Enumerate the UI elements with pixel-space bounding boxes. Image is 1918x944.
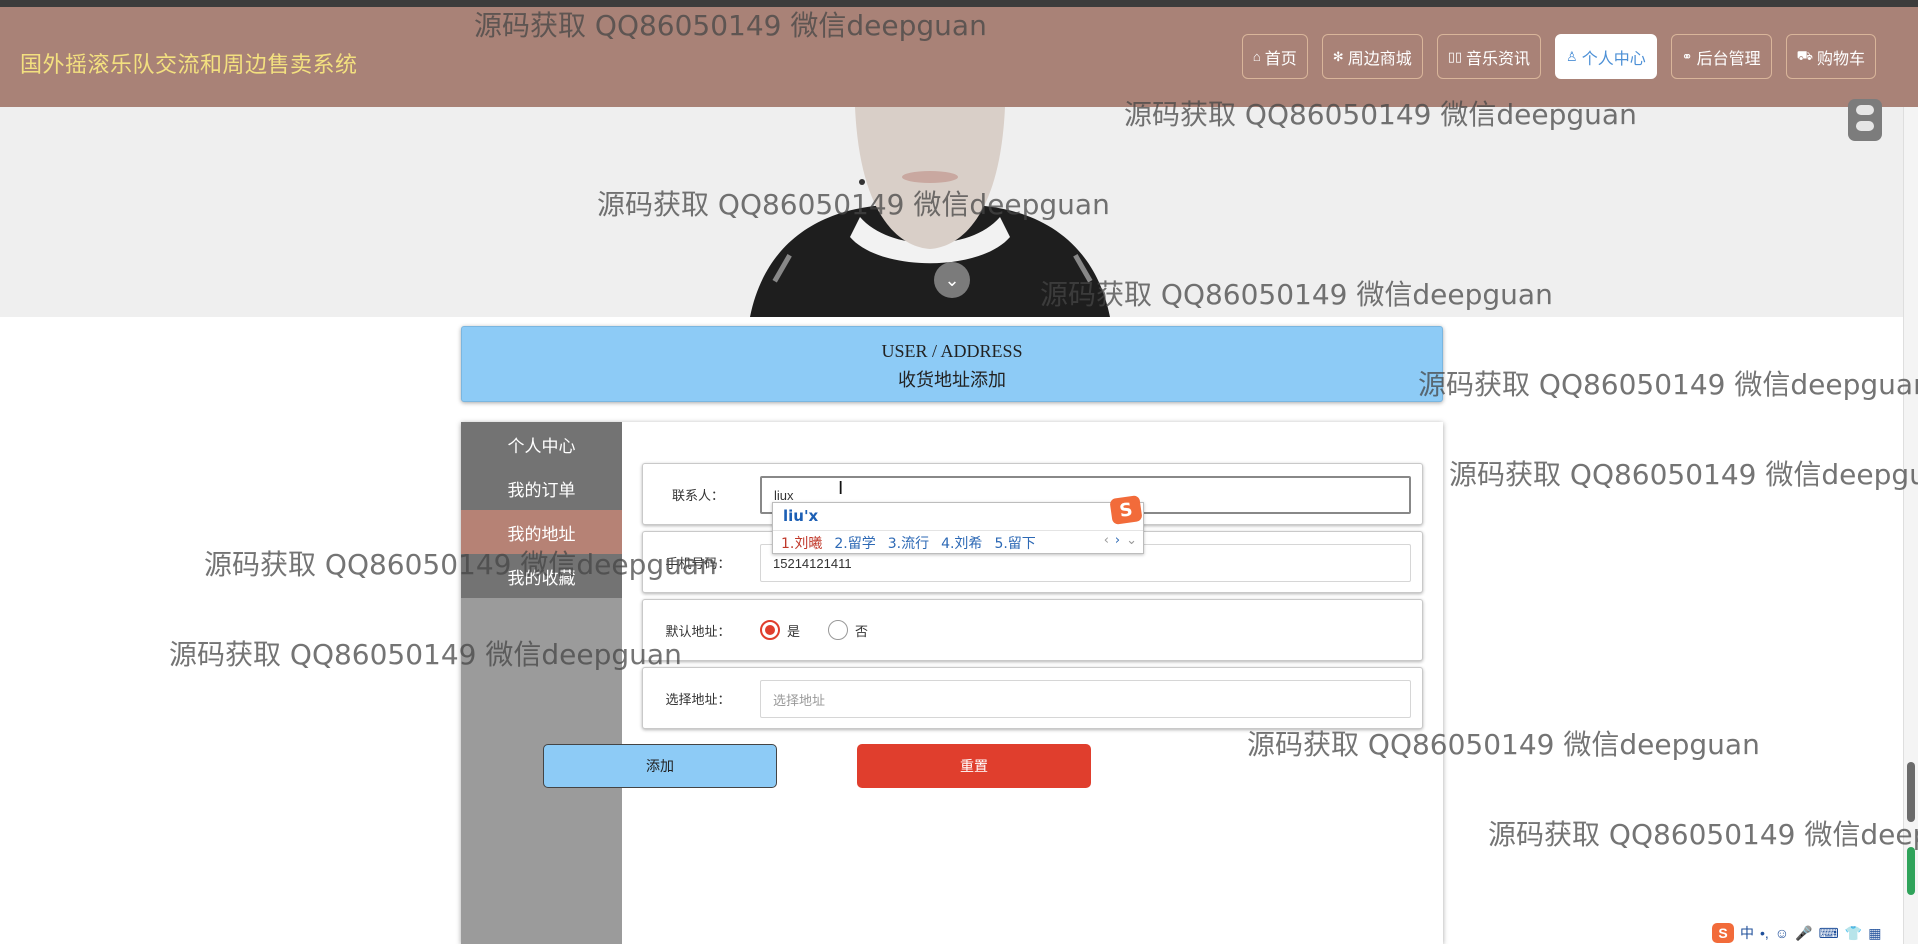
sogou-tray-icon: S bbox=[1712, 923, 1734, 943]
sidebar: 个人中心 我的订单 我的地址 我的收藏 bbox=[461, 422, 622, 944]
sogou-logo-icon: S bbox=[1109, 495, 1143, 525]
watermark: 源码获取 QQ86050149 微信deepguan bbox=[1488, 818, 1918, 851]
default-yes-radio[interactable]: 是 bbox=[760, 620, 800, 640]
cart-icon: ⛟ bbox=[1796, 47, 1813, 63]
watermark: 源码获取 QQ86050149 微信deepguan bbox=[1418, 368, 1918, 401]
ime-page-arrows[interactable]: ‹ › ⌄ bbox=[1104, 533, 1137, 548]
page-header-en: USER / ADDRESS bbox=[881, 341, 1023, 361]
default-no-radio[interactable]: 否 bbox=[828, 620, 868, 640]
ime-candidate[interactable]: 3.流行 bbox=[888, 533, 929, 553]
page-header: USER / ADDRESS 收货地址添加 bbox=[461, 326, 1443, 402]
nav-item-news[interactable]: ▯▯ 音乐资讯 bbox=[1436, 34, 1542, 79]
ime-candidate[interactable]: 5.留下 bbox=[994, 533, 1035, 553]
address-label: 选择地址： bbox=[665, 691, 731, 707]
radio-checked-icon bbox=[760, 620, 780, 640]
scroll-down-button[interactable]: ⌄ bbox=[934, 262, 970, 298]
sidebar-item-address[interactable]: 我的地址 bbox=[461, 510, 622, 554]
nav-item-cart[interactable]: ⛟ 购物车 bbox=[1785, 34, 1876, 79]
contact-label: 联系人： bbox=[671, 487, 724, 503]
phone-label: 手机号码： bbox=[665, 555, 731, 571]
floating-toolbar[interactable] bbox=[1848, 99, 1882, 141]
nav-item-home[interactable]: ⌂ 首页 bbox=[1241, 34, 1308, 79]
ime-candidate[interactable]: 4.刘希 bbox=[941, 533, 982, 553]
user-icon: ♙ bbox=[1566, 48, 1578, 64]
scrollbar-thumb[interactable] bbox=[1907, 762, 1915, 822]
emoji-icon: ☺ bbox=[1774, 925, 1790, 941]
ime-mode: 中 bbox=[1740, 925, 1754, 941]
form-row-address: 选择地址： 选择地址 bbox=[642, 667, 1423, 729]
address-input[interactable]: 选择地址 bbox=[760, 680, 1411, 718]
nav-menu: ⌂ 首页 ✻ 周边商城 ▯▯ 音乐资讯 ♙ 个人中心 ⚭ 后台管理 ⛟ 购物车 bbox=[1241, 34, 1876, 79]
ime-candidate[interactable]: 1.刘曦 bbox=[781, 533, 822, 553]
system-tray[interactable]: S 中 •, ☺ 🎤 ⌨ 👕 ▦ bbox=[1712, 922, 1902, 944]
sidebar-item-orders[interactable]: 我的订单 bbox=[461, 466, 622, 510]
navbar: 国外摇滚乐队交流和周边售卖系统 ⌂ 首页 ✻ 周边商城 ▯▯ 音乐资讯 ♙ 个人中心 ⚭… bbox=[0, 7, 1918, 107]
chevron-down-icon: ⌄ bbox=[944, 269, 960, 290]
nav-item-shop[interactable]: ✻ 周边商城 bbox=[1321, 34, 1423, 79]
list-icon: ▯▯ bbox=[1447, 48, 1463, 64]
text-cursor-icon: I bbox=[838, 478, 844, 499]
punctuation-icon: •, bbox=[1760, 925, 1769, 941]
main-panel: 个人中心 我的订单 我的地址 我的收藏 联系人： liux 手机号码： 1521… bbox=[461, 422, 1443, 944]
ime-candidates: 1.刘曦 2.留学 3.流行 4.刘希 5.留下 bbox=[781, 533, 1036, 553]
ime-composition: liu'x bbox=[783, 507, 819, 525]
sidebar-item-profile[interactable]: 个人中心 bbox=[461, 422, 622, 466]
keyboard-icon: ⌨ bbox=[1818, 924, 1839, 941]
grid-icon: ▦ bbox=[1868, 924, 1882, 941]
nav-item-admin[interactable]: ⚭ 后台管理 bbox=[1670, 34, 1772, 79]
sidebar-item-favorites[interactable]: 我的收藏 bbox=[461, 554, 622, 598]
default-address-label: 默认地址： bbox=[665, 623, 731, 639]
home-icon: ⌂ bbox=[1252, 49, 1261, 64]
watermark: 源码获取 QQ86050149 微信deepguan bbox=[1449, 458, 1918, 491]
ime-candidate-popup: liu'x S 1.刘曦 2.留学 3.流行 4.刘希 5.留下 ‹ › ⌄ bbox=[772, 495, 1144, 554]
mic-icon: 🎤 bbox=[1795, 924, 1813, 941]
page-title: 收货地址添加 bbox=[898, 370, 1006, 390]
browser-top-strip bbox=[0, 0, 1918, 7]
vertical-scrollbar[interactable] bbox=[1903, 107, 1918, 944]
banner-photo bbox=[750, 107, 1110, 317]
ime-candidate[interactable]: 2.留学 bbox=[834, 533, 875, 553]
add-button[interactable]: 添加 bbox=[543, 744, 777, 788]
nav-item-profile[interactable]: ♙ 个人中心 bbox=[1555, 34, 1657, 79]
gear-icon: ✻ bbox=[1332, 48, 1344, 64]
radio-unchecked-icon bbox=[828, 620, 848, 640]
site-title: 国外摇滚乐队交流和周边售卖系统 bbox=[20, 52, 358, 77]
link-icon: ⚭ bbox=[1681, 48, 1693, 64]
skin-icon: 👕 bbox=[1844, 924, 1863, 941]
reset-button[interactable]: 重置 bbox=[857, 744, 1091, 788]
form-row-default: 默认地址： 是 否 bbox=[642, 599, 1423, 661]
